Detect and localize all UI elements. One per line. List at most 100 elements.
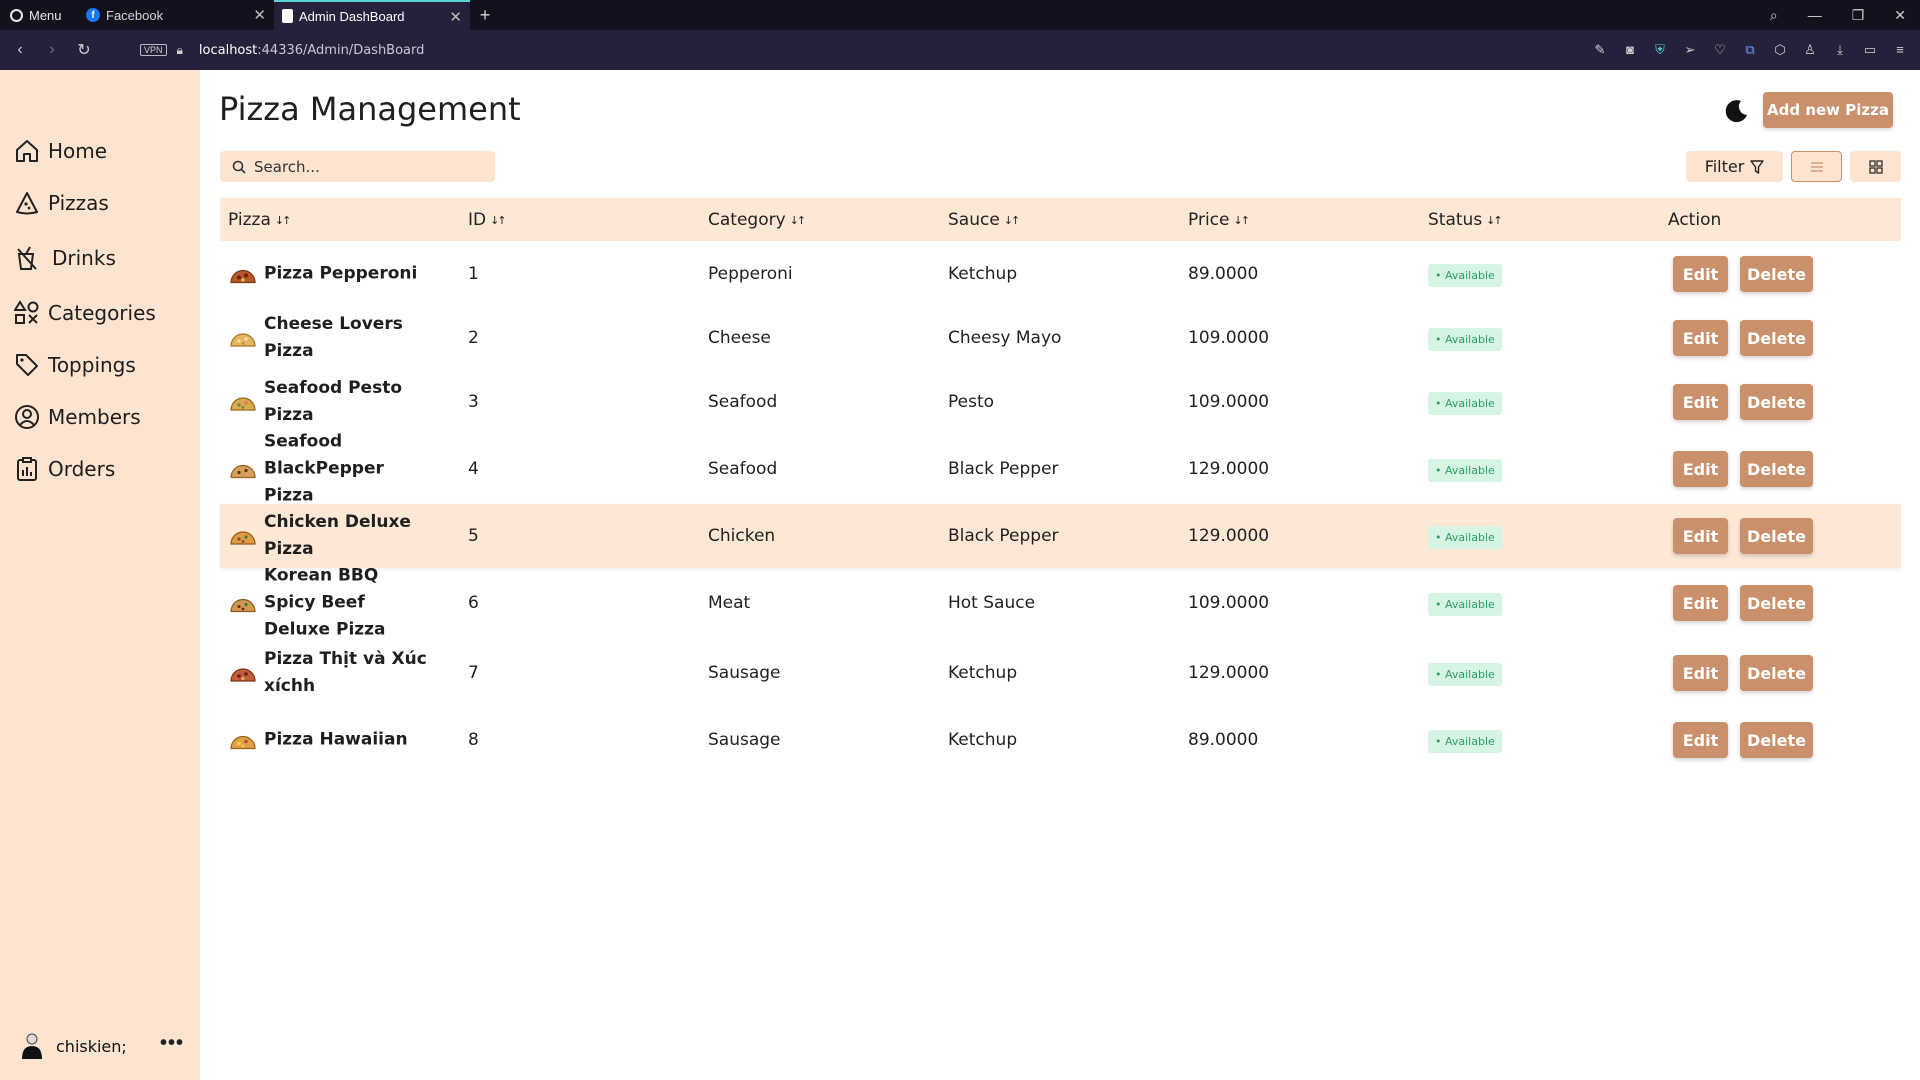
pizza-icon — [14, 190, 40, 216]
pizza-cell: Cheese Lovers Pizza — [230, 311, 430, 365]
add-pizza-button[interactable]: Add new Pizza — [1763, 92, 1893, 128]
filter-button[interactable]: Filter — [1686, 151, 1783, 182]
search-tabs-icon[interactable]: ⌕ — [1770, 7, 1778, 24]
edit-button[interactable]: Edit — [1673, 256, 1728, 292]
table-row[interactable]: Pizza Pepperoni 1 Pepperoni Ketchup 89.0… — [220, 248, 1901, 300]
table-row[interactable]: Pizza Hawaiian 8 Sausage Ketchup 89.0000… — [220, 714, 1901, 766]
delete-button[interactable]: Delete — [1740, 518, 1813, 554]
category-cell: Seafood — [708, 459, 778, 479]
sidebar-item-drinks[interactable]: Drinks — [14, 245, 116, 271]
delete-button[interactable]: Delete — [1740, 451, 1813, 487]
sauce-cell: Hot Sauce — [948, 593, 1036, 613]
sidebar-item-pizzas[interactable]: Pizzas — [14, 190, 109, 216]
edit-button[interactable]: Edit — [1673, 320, 1728, 356]
column-header-price[interactable]: Price ↓↑ — [1188, 210, 1250, 230]
price-cell: 129.0000 — [1188, 459, 1270, 479]
user-profile[interactable]: chiskien; — [20, 1032, 127, 1060]
forward-icon[interactable]: › — [36, 41, 68, 59]
url-field[interactable]: localhost:44336/Admin/DashBoard — [199, 43, 424, 58]
edit-button[interactable]: Edit — [1673, 585, 1728, 621]
delete-button[interactable]: Delete — [1740, 655, 1813, 691]
clipboard-icon — [14, 456, 40, 482]
table-row[interactable]: Cheese Lovers Pizza 2 Cheese Cheesy Mayo… — [220, 312, 1901, 364]
sidebar-item-categories[interactable]: Categories — [14, 300, 156, 326]
tab-title: Admin DashBoard — [299, 8, 405, 24]
browser-menu-button[interactable]: Menu — [0, 0, 78, 30]
lock-icon[interactable]: 🔒︎ — [177, 43, 183, 58]
edit-button[interactable]: Edit — [1673, 384, 1728, 420]
id-cell: 3 — [468, 392, 479, 412]
column-header-status[interactable]: Status ↓↑ — [1428, 210, 1503, 230]
status-badge: • Available — [1428, 392, 1502, 415]
id-cell: 4 — [468, 459, 479, 479]
edit-button[interactable]: Edit — [1673, 722, 1728, 758]
sidebar-item-toppings[interactable]: Toppings — [14, 352, 136, 378]
tab-admin-dashboard[interactable]: Admin DashBoard ✕ — [274, 0, 470, 30]
category-cell: Sausage — [708, 730, 781, 750]
moon-icon[interactable] — [1724, 98, 1750, 124]
filter-label: Filter — [1704, 157, 1745, 176]
cube-icon[interactable]: ⬡ — [1772, 42, 1788, 58]
new-tab-button[interactable]: + — [470, 0, 500, 30]
camera-icon[interactable]: ◙ — [1622, 42, 1638, 58]
edit-button[interactable]: Edit — [1673, 655, 1728, 691]
close-tab-icon[interactable]: ✕ — [253, 6, 266, 24]
heart-icon[interactable]: ♡ — [1712, 42, 1728, 58]
sidebar-item-members[interactable]: Members — [14, 404, 141, 430]
edit-icon[interactable]: ✎ — [1592, 42, 1608, 58]
browser-tab-bar: Menu f Facebook ✕ Admin DashBoard ✕ + ⌕ … — [0, 0, 1920, 30]
browser-menu-label: Menu — [29, 7, 62, 23]
price-cell: 129.0000 — [1188, 663, 1270, 683]
translate-icon[interactable]: ⧉ — [1742, 42, 1758, 58]
reload-icon[interactable]: ↻ — [68, 40, 100, 60]
column-label: Pizza — [228, 210, 271, 230]
send-icon[interactable]: ➢ — [1682, 42, 1698, 58]
delete-button[interactable]: Delete — [1740, 384, 1813, 420]
browser-extensions: ✎ ◙ ⛨ ➢ ♡ ⧉ ⬡ ♙ ⤓ ▭ ≡ — [1592, 42, 1920, 58]
restore-icon[interactable]: ❐ — [1852, 7, 1865, 24]
table-row[interactable]: Chicken Deluxe Pizza 5 Chicken Black Pep… — [220, 504, 1901, 568]
table-row[interactable]: Seafood Pesto Pizza 3 Seafood Pesto 109.… — [220, 376, 1901, 428]
download-icon[interactable]: ⤓ — [1832, 42, 1848, 58]
action-cell: Edit Delete — [1673, 655, 1813, 691]
close-tab-icon[interactable]: ✕ — [449, 8, 462, 26]
close-window-icon[interactable]: ✕ — [1894, 7, 1906, 24]
column-header-pizza[interactable]: Pizza ↓↑ — [228, 210, 291, 230]
battery-icon[interactable]: ▭ — [1862, 42, 1878, 58]
delete-button[interactable]: Delete — [1740, 256, 1813, 292]
delete-button[interactable]: Delete — [1740, 320, 1813, 356]
search-box[interactable] — [220, 151, 495, 182]
delete-button[interactable]: Delete — [1740, 722, 1813, 758]
back-icon[interactable]: ‹ — [4, 41, 36, 59]
column-header-sauce[interactable]: Sauce ↓↑ — [948, 210, 1021, 230]
profile-icon[interactable]: ♙ — [1802, 42, 1818, 58]
delete-button[interactable]: Delete — [1740, 585, 1813, 621]
table-row[interactable]: Seafood BlackPepper Pizza 4 Seafood Blac… — [220, 432, 1901, 506]
search-input[interactable] — [254, 157, 474, 176]
pizza-cell: Pizza Pepperoni — [230, 261, 430, 288]
action-cell: Edit Delete — [1673, 320, 1813, 356]
edit-button[interactable]: Edit — [1673, 451, 1728, 487]
vpn-badge[interactable]: VPN — [140, 44, 167, 56]
action-cell: Edit Delete — [1673, 585, 1813, 621]
edit-button[interactable]: Edit — [1673, 518, 1728, 554]
pizza-name: Korean BBQ Spicy Beef Deluxe Pizza — [264, 565, 386, 640]
pizza-name: Pizza Thịt và Xúc xíchh — [264, 649, 427, 696]
table-row[interactable]: Korean BBQ Spicy Beef Deluxe Pizza 6 Mea… — [220, 566, 1901, 640]
column-header-category[interactable]: Category ↓↑ — [708, 210, 806, 230]
status-badge: • Available — [1428, 459, 1502, 482]
sidebar-item-orders[interactable]: Orders — [14, 456, 115, 482]
column-header-id[interactable]: ID ↓↑ — [468, 210, 507, 230]
tab-facebook[interactable]: f Facebook ✕ — [78, 0, 274, 30]
table-row[interactable]: Pizza Thịt và Xúc xíchh 7 Sausage Ketchu… — [220, 640, 1901, 706]
more-options-icon[interactable]: ••• — [160, 1032, 184, 1055]
minimize-icon[interactable]: — — [1808, 7, 1822, 23]
menu-icon[interactable]: ≡ — [1892, 42, 1908, 58]
grid-view-button[interactable] — [1850, 151, 1901, 182]
sauce-cell: Ketchup — [948, 663, 1018, 683]
sidebar-item-home[interactable]: Home — [14, 138, 107, 164]
sort-icon: ↓↑ — [1233, 213, 1250, 227]
list-view-button[interactable] — [1791, 151, 1842, 182]
sort-icon: ↓↑ — [1003, 213, 1021, 227]
shield-icon[interactable]: ⛨ — [1652, 42, 1668, 58]
